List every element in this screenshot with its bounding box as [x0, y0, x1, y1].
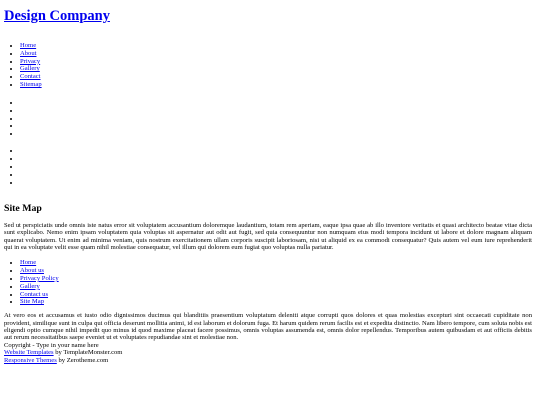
sitemap-link-sitemap[interactable]: Site Map [20, 298, 44, 305]
site-title-link[interactable]: Design Company [4, 8, 110, 24]
page-heading: Site Map [4, 202, 42, 214]
body-paragraph: At vero eos et accusamus et iusto odio d… [4, 312, 532, 342]
nav-item-about: About [20, 50, 532, 58]
empty-list-item [20, 163, 532, 171]
empty-list-1 [4, 99, 532, 138]
sitemap-item-about: About us [20, 267, 532, 275]
page: Design Company Home About Privacy Galler… [4, 0, 532, 365]
nav-item-gallery: Gallery [20, 65, 532, 73]
empty-list-item [20, 147, 532, 155]
sitemap-item-gallery: Gallery [20, 283, 532, 291]
empty-list-2 [4, 147, 532, 186]
empty-list-item [20, 171, 532, 179]
sitemap-link-contact[interactable]: Contact us [20, 291, 48, 298]
sitemap-link-privacy[interactable]: Privacy Policy [20, 275, 59, 282]
sitemap-item-contact: Contact us [20, 291, 532, 299]
nav-link-contact[interactable]: Contact [20, 73, 41, 80]
sitemap-link-about[interactable]: About us [20, 267, 44, 274]
nav-item-contact: Contact [20, 73, 532, 81]
sitemap-item-sitemap: Site Map [20, 298, 532, 306]
sitemap-item-privacy: Privacy Policy [20, 275, 532, 283]
responsive-themes-link[interactable]: Responsive Themes [4, 357, 57, 364]
nav-link-privacy[interactable]: Privacy [20, 58, 40, 65]
website-templates-link[interactable]: Website Templates [4, 349, 54, 356]
empty-list-item [20, 130, 532, 138]
nav-link-gallery[interactable]: Gallery [20, 65, 40, 72]
empty-list-item [20, 155, 532, 163]
nav-item-privacy: Privacy [20, 58, 532, 66]
nav-item-home: Home [20, 42, 532, 50]
nav-link-home[interactable]: Home [20, 42, 36, 49]
main-nav: Home About Privacy Gallery Contact Sitem… [4, 42, 532, 89]
empty-list-item [20, 99, 532, 107]
empty-list-item [20, 122, 532, 130]
credit-line-1: Website Templates by TemplateMonster.com [4, 349, 532, 357]
credit-text-1: by TemplateMonster.com [53, 349, 123, 357]
nav-link-about[interactable]: About [20, 50, 36, 57]
site-title: Design Company [4, 8, 532, 25]
copyright-text: Copyright - Type in your name here [4, 341, 99, 349]
credit-text-2: by Zerotheme.com [56, 356, 109, 364]
empty-list-item [20, 115, 532, 123]
empty-list-item [20, 179, 532, 187]
sitemap-link-gallery[interactable]: Gallery [20, 283, 40, 290]
sitemap-link-home[interactable]: Home [20, 259, 36, 266]
sitemap-item-home: Home [20, 259, 532, 267]
nav-link-sitemap[interactable]: Sitemap [20, 81, 42, 88]
intro-paragraph: Sed ut perspiciatis unde omnis iste natu… [4, 221, 532, 251]
credit-line-2: Responsive Themes by Zerotheme.com [4, 357, 532, 365]
nav-item-sitemap: Sitemap [20, 81, 532, 89]
sitemap-list: Home About us Privacy Policy Gallery Con… [4, 259, 532, 306]
empty-list-item [20, 107, 532, 115]
footer: Copyright - Type in your name here Websi… [4, 342, 532, 365]
